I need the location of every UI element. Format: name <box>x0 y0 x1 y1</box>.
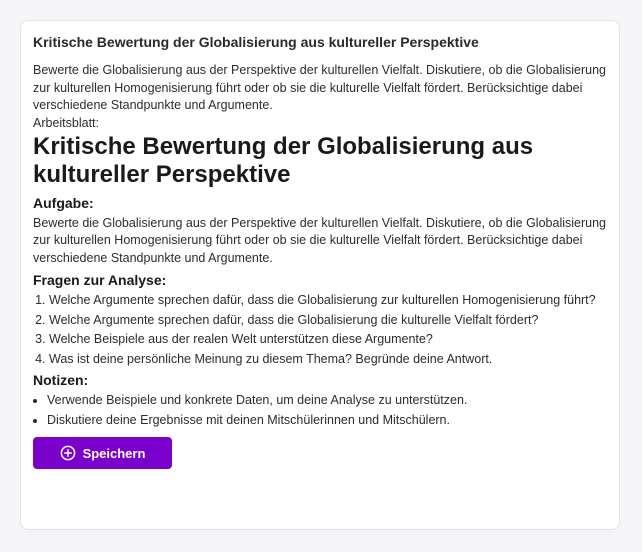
question-item: Welche Argumente sprechen dafür, dass di… <box>49 312 607 330</box>
questions-heading: Fragen zur Analyse: <box>33 272 167 288</box>
notes-list: Verwende Beispiele und konkrete Daten, u… <box>33 392 607 429</box>
question-item: Welche Beispiele aus der realen Welt unt… <box>49 331 607 349</box>
save-button-label: Speichern <box>82 445 146 461</box>
card-title: Kritische Bewertung der Globalisierung a… <box>33 34 479 50</box>
card-intro-text: Bewerte die Globalisierung aus der Persp… <box>33 63 606 112</box>
worksheet-card: Kritische Bewertung der Globalisierung a… <box>20 20 620 530</box>
save-button[interactable]: Speichern <box>33 437 172 469</box>
question-item: Was ist deine persönliche Meinung zu die… <box>49 351 607 369</box>
plus-circle-icon <box>60 445 76 461</box>
worksheet-label: Arbeitsblatt: <box>33 115 100 130</box>
questions-list: Welche Argumente sprechen dafür, dass di… <box>33 292 607 368</box>
task-heading: Aufgabe: <box>33 194 94 211</box>
task-text: Bewerte die Globalisierung aus der Persp… <box>33 215 606 265</box>
note-item: Verwende Beispiele und konkrete Daten, u… <box>47 392 607 410</box>
note-item: Diskutiere deine Ergebnisse mit deinen M… <box>47 412 607 430</box>
worksheet-title: Kritische Bewertung der Globalisierung a… <box>33 132 534 188</box>
notes-heading: Notizen: <box>33 372 89 388</box>
question-item: Welche Argumente sprechen dafür, dass di… <box>49 292 607 310</box>
